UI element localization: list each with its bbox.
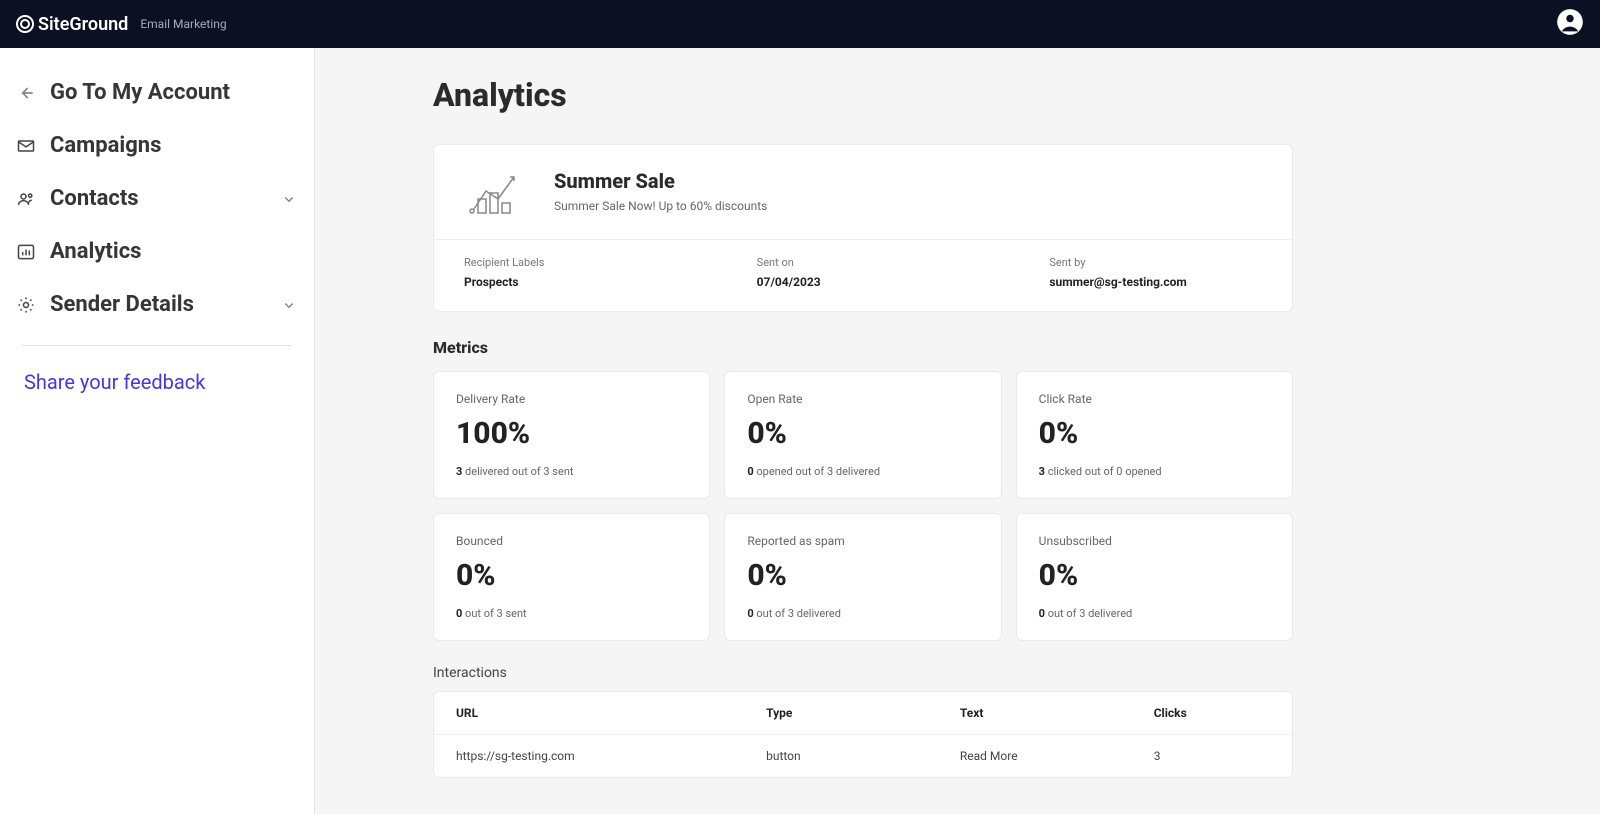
metric-name: Unsubscribed (1039, 534, 1270, 548)
back-to-account[interactable]: Go To My Account (10, 66, 304, 119)
col-type: Type (766, 706, 960, 720)
account-menu[interactable] (1556, 8, 1584, 40)
back-label: Go To My Account (50, 80, 230, 105)
meta-sent-by: Sent by summer@sg-testing.com (1049, 256, 1262, 289)
sidebar-item-label: Campaigns (50, 133, 161, 158)
metric-detail: 0 out of 3 sent (456, 607, 687, 620)
campaign-title: Summer Sale (554, 169, 767, 193)
metric-name: Reported as spam (747, 534, 978, 548)
mail-icon (16, 136, 36, 156)
meta-label: Sent by (1049, 256, 1262, 269)
cell-type: button (766, 749, 960, 763)
metric-name: Delivery Rate (456, 392, 687, 406)
meta-label: Sent on (757, 256, 970, 269)
gear-icon (16, 295, 36, 315)
interactions-title: Interactions (433, 665, 1293, 681)
metric-detail: 3 clicked out of 0 opened (1039, 465, 1270, 478)
metric-unsubscribed: Unsubscribed 0% 0 out of 3 delivered (1016, 513, 1293, 641)
divider (22, 345, 292, 346)
meta-value: 07/04/2023 (757, 275, 970, 289)
interactions-table: URL Type Text Clicks https://sg-testing.… (433, 691, 1293, 778)
arrow-left-icon (16, 83, 36, 103)
table-row: https://sg-testing.com button Read More … (434, 735, 1292, 777)
people-icon (16, 189, 36, 209)
bar-chart-icon (16, 242, 36, 262)
metric-click-rate: Click Rate 0% 3 clicked out of 0 opened (1016, 371, 1293, 499)
col-url: URL (456, 706, 766, 720)
cell-url: https://sg-testing.com (456, 749, 766, 763)
topbar-left: SiteGround Email Marketing (16, 14, 227, 35)
app-subtitle: Email Marketing (140, 17, 226, 31)
metric-detail: 0 opened out of 3 delivered (747, 465, 978, 478)
metric-value: 100% (456, 416, 687, 451)
analytics-chart-icon (464, 169, 524, 219)
campaign-summary-card: Summer Sale Summer Sale Now! Up to 60% d… (433, 144, 1293, 312)
chevron-down-icon (280, 190, 298, 208)
metric-detail: 0 out of 3 delivered (1039, 607, 1270, 620)
metric-value: 0% (747, 416, 978, 451)
brand-logo-icon (16, 15, 34, 33)
metric-name: Open Rate (747, 392, 978, 406)
chevron-down-icon (280, 296, 298, 314)
metric-value: 0% (747, 558, 978, 593)
share-feedback-link[interactable]: Share your feedback (10, 360, 304, 404)
cell-text: Read More (960, 749, 1154, 763)
metric-value: 0% (1039, 416, 1270, 451)
sidebar-item-label: Analytics (50, 239, 141, 264)
metric-bounced: Bounced 0% 0 out of 3 sent (433, 513, 710, 641)
metrics-section-title: Metrics (433, 338, 1293, 357)
cell-clicks: 3 (1154, 749, 1270, 763)
table-header: URL Type Text Clicks (434, 692, 1292, 735)
meta-label: Recipient Labels (464, 256, 677, 269)
metric-detail: 3 delivered out of 3 sent (456, 465, 687, 478)
brand[interactable]: SiteGround (16, 14, 128, 35)
metric-open-rate: Open Rate 0% 0 opened out of 3 delivered (724, 371, 1001, 499)
metric-name: Click Rate (1039, 392, 1270, 406)
brand-text: SiteGround (38, 14, 128, 35)
sidebar-item-label: Contacts (50, 186, 139, 211)
sidebar: Go To My Account Campaigns Contacts Anal… (0, 48, 315, 814)
sidebar-item-analytics[interactable]: Analytics (10, 225, 304, 278)
col-clicks: Clicks (1154, 706, 1270, 720)
col-text: Text (960, 706, 1154, 720)
topbar: SiteGround Email Marketing (0, 0, 1600, 48)
metric-value: 0% (456, 558, 687, 593)
meta-value: summer@sg-testing.com (1049, 275, 1262, 289)
metrics-grid: Delivery Rate 100% 3 delivered out of 3 … (433, 371, 1293, 641)
main-content[interactable]: Analytics Summer Sale Summer Sale Now! U… (315, 48, 1600, 814)
metric-name: Bounced (456, 534, 687, 548)
page-title: Analytics (433, 76, 1293, 114)
metric-spam: Reported as spam 0% 0 out of 3 delivered (724, 513, 1001, 641)
meta-sent-on: Sent on 07/04/2023 (757, 256, 970, 289)
metric-delivery-rate: Delivery Rate 100% 3 delivered out of 3 … (433, 371, 710, 499)
meta-recipient-labels: Recipient Labels Prospects (464, 256, 677, 289)
meta-value: Prospects (464, 275, 677, 289)
campaign-description: Summer Sale Now! Up to 60% discounts (554, 199, 767, 213)
sidebar-item-campaigns[interactable]: Campaigns (10, 119, 304, 172)
sidebar-item-sender-details[interactable]: Sender Details (10, 278, 304, 331)
metric-value: 0% (1039, 558, 1270, 593)
account-circle-icon (1556, 8, 1584, 36)
sidebar-item-label: Sender Details (50, 292, 194, 317)
sidebar-item-contacts[interactable]: Contacts (10, 172, 304, 225)
metric-detail: 0 out of 3 delivered (747, 607, 978, 620)
